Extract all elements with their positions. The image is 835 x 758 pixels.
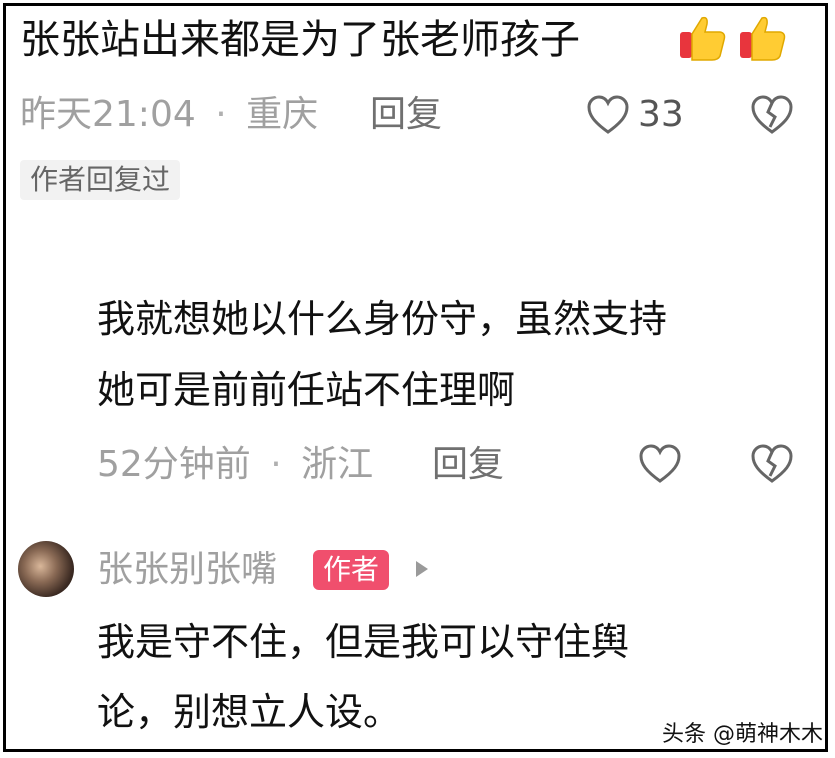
comment-time: 昨天21:04 [20, 94, 196, 135]
thumbs-up-emoji [734, 10, 790, 66]
comment-meta: 昨天21:04 · 重庆 [20, 95, 318, 135]
broken-heart-icon [750, 94, 794, 136]
author-reply-line1: 我是守不住，但是我可以守住舆 [97, 620, 630, 664]
avatar[interactable] [18, 541, 74, 597]
author-badge: 作者 [313, 550, 390, 590]
broken-heart-icon [750, 443, 794, 485]
reply-text-line2: 她可是前前任站不住理啊 [97, 368, 516, 412]
dislike-button[interactable] [750, 94, 794, 136]
dislike-button[interactable] [750, 443, 794, 485]
reply-location: 浙江 [301, 444, 374, 485]
author-reply-line2: 论，别想立人设。 [97, 690, 402, 734]
heart-icon [586, 94, 630, 136]
meta-separator: · [215, 94, 227, 135]
thumbs-up-emoji [674, 10, 730, 66]
reply-label: 回复 [370, 94, 443, 135]
play-triangle-icon [414, 559, 430, 579]
reply-text-line1: 我就想她以什么身份守，虽然支持 [97, 297, 668, 341]
reply-button[interactable]: 回复 [370, 95, 442, 135]
meta-separator: · [270, 444, 282, 485]
username[interactable]: 张张别张嘴 [97, 550, 277, 590]
reply-time: 52分钟前 [97, 444, 251, 485]
reply-button[interactable]: 回复 [432, 445, 504, 485]
like-button[interactable] [586, 94, 630, 136]
heart-icon [638, 443, 682, 485]
emoji-group [674, 10, 790, 66]
reply-meta: 52分钟前 · 浙江 [97, 445, 373, 485]
watermark: 头条 @萌神木木 [662, 722, 823, 747]
author-replied-tag: 作者回复过 [20, 160, 181, 200]
reply-label: 回复 [432, 444, 505, 485]
comment-text: 张张站出来都是为了张老师孩子 [20, 17, 580, 63]
comment-location: 重庆 [246, 94, 319, 135]
like-button[interactable] [638, 443, 682, 485]
like-count: 33 [638, 94, 684, 135]
